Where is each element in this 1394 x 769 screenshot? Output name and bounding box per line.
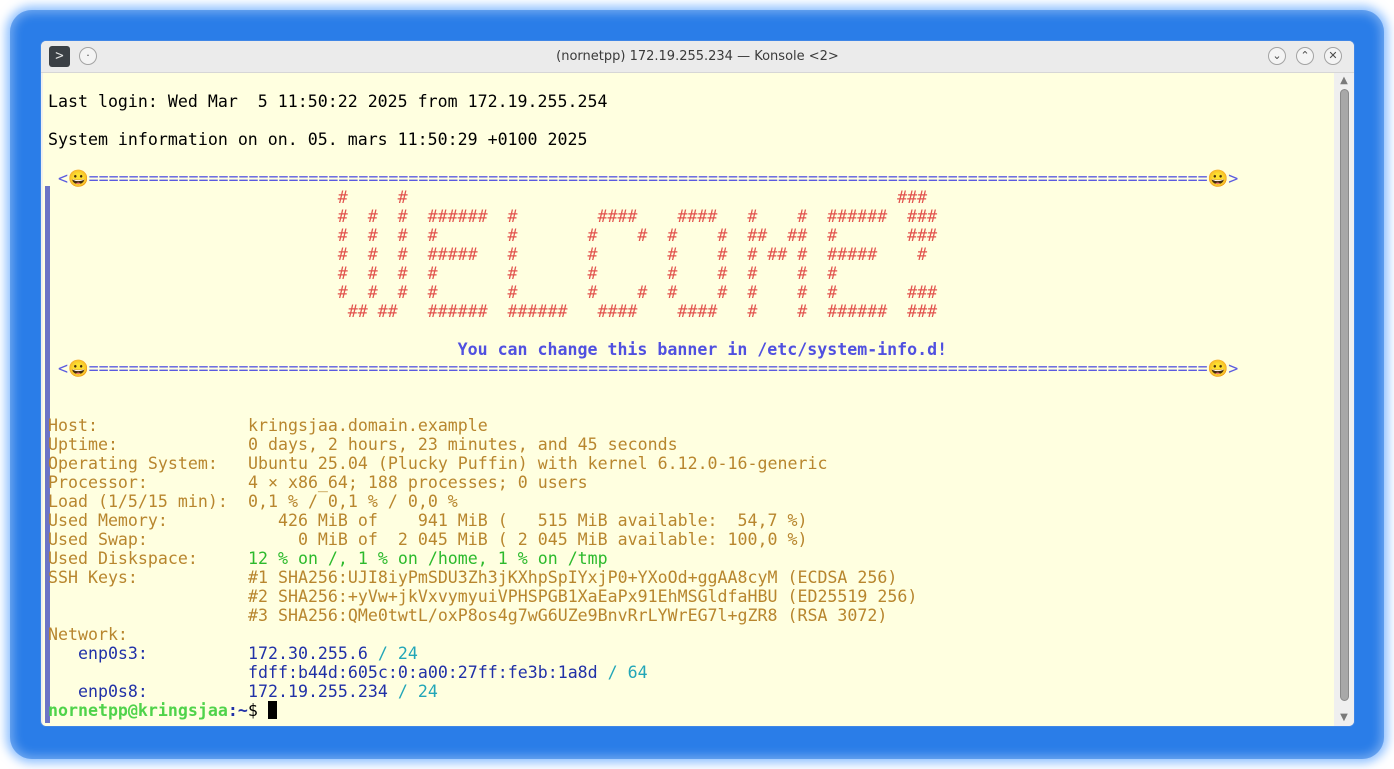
banner-art-line: ## ## ###### ###### #### #### # # ######… xyxy=(48,302,938,321)
uptime-value: 0 days, 2 hours, 23 minutes, and 45 seco… xyxy=(248,435,678,454)
ip-prefix: / 24 xyxy=(367,644,418,663)
load-value: 0,1 % / 0,1 % / 0,0 % xyxy=(248,492,458,511)
disk-value: 12 % on /, 1 % on /home, 1 % on /tmp xyxy=(248,549,608,568)
banner-art-line: # # # # # # # # # # # xyxy=(48,264,838,283)
ip-address: 172.19.255.234 xyxy=(248,682,388,701)
scroll-down-icon[interactable]: ▼ xyxy=(1334,710,1354,726)
os-value: Ubuntu 25.04 (Plucky Puffin) with kernel… xyxy=(248,454,828,473)
banner-border-bottom: <😀======================================… xyxy=(48,359,1239,378)
memory-label: Used Memory: xyxy=(48,511,168,530)
swap-label: Used Swap: xyxy=(48,530,148,549)
info-host-row: Host: xyxy=(48,416,98,435)
maximize-button[interactable]: ⌃ xyxy=(1296,47,1314,65)
load-label: Load (1/5/15 min): xyxy=(48,492,228,511)
close-button[interactable]: ✕ xyxy=(1324,47,1342,65)
text-cursor xyxy=(267,701,277,719)
ssh-label: SSH Keys: xyxy=(48,568,138,587)
processor-value: 4 × x86_64; 188 processes; 0 users xyxy=(248,473,588,492)
minimize-button[interactable]: ⌄ xyxy=(1268,47,1286,65)
host-value: kringsjaa.domain.example xyxy=(248,416,488,435)
vertical-scrollbar[interactable]: ▲ ▼ xyxy=(1334,73,1354,726)
swap-value: 0 MiB of 2 045 MiB ( 2 045 MiB available… xyxy=(248,530,808,549)
interface-name: enp0s3: xyxy=(48,644,148,663)
os-label: Operating System: xyxy=(48,454,218,473)
konsole-window[interactable]: > · (nornetpp) 172.19.255.234 — Konsole … xyxy=(41,41,1354,726)
titlebar[interactable]: > · (nornetpp) 172.19.255.234 — Konsole … xyxy=(41,41,1354,73)
interface-name: enp0s8: xyxy=(48,682,148,701)
scroll-up-icon[interactable]: ▲ xyxy=(1334,73,1354,89)
ip-prefix: / 64 xyxy=(597,663,648,682)
disk-label: Used Diskspace: xyxy=(48,549,198,568)
ssh-key: #2 SHA256:+yVw+jkVxvymyuiVPHSPGB1XaEaPx9… xyxy=(248,587,918,606)
processor-label: Processor: xyxy=(48,473,148,492)
prompt-symbol: $ xyxy=(247,701,268,720)
banner-border-top: <😀======================================… xyxy=(48,169,1239,188)
network-label: Network: xyxy=(48,625,128,644)
memory-value: 426 MiB of 941 MiB ( 515 MiB available: … xyxy=(248,511,808,530)
window-title: (nornetpp) 172.19.255.234 — Konsole <2> xyxy=(556,49,839,64)
ssh-key: #1 SHA256:UJI8iyPmSDU3Zh3jKXhpSpIYxjP0+Y… xyxy=(248,568,898,587)
prompt-path: :~ xyxy=(227,701,248,720)
banner-art-line: # # # # # # # # # # # # ### xyxy=(48,283,938,302)
banner-art-line: # # # # # # # # # ## ## # ### xyxy=(48,226,938,245)
interface-address-row: fdff:b44d:605c:0:a00:27ff:fe3b:1a8d / 64 xyxy=(248,663,648,682)
interface-address-row: 172.30.255.6 / 24 xyxy=(248,644,418,663)
banner-art-line: # # # ##### # # # # # ## # ##### # xyxy=(48,245,928,264)
banner-message: You can change this banner in /etc/syste… xyxy=(48,340,948,359)
ip-prefix: / 24 xyxy=(387,682,438,701)
shell-prompt[interactable]: nornetpp@kringsjaa:~$ xyxy=(48,701,277,720)
host-label: Host: xyxy=(48,416,98,435)
banner-art-line: # # ### xyxy=(48,188,928,207)
uptime-label: Uptime: xyxy=(48,435,118,454)
prompt-user: nornetpp@kringsjaa xyxy=(48,701,228,720)
ip-address: fdff:b44d:605c:0:a00:27ff:fe3b:1a8d xyxy=(248,663,598,682)
ip-address: 172.30.255.6 xyxy=(248,644,368,663)
ssh-key: #3 SHA256:QMe0twtL/oxP8os4g7wG6UZe9BnvRr… xyxy=(248,606,888,625)
last-login-line: Last login: Wed Mar 5 11:50:22 2025 from… xyxy=(48,92,608,111)
scrollbar-thumb[interactable] xyxy=(1340,89,1349,701)
banner-art-line: # # # ###### # #### #### # # ###### ### xyxy=(48,207,938,226)
sysinfo-header-line: System information on on. 05. mars 11:50… xyxy=(48,130,588,149)
interface-address-row: 172.19.255.234 / 24 xyxy=(248,682,438,701)
terminal-area[interactable]: Last login: Wed Mar 5 11:50:22 2025 from… xyxy=(43,73,1334,726)
